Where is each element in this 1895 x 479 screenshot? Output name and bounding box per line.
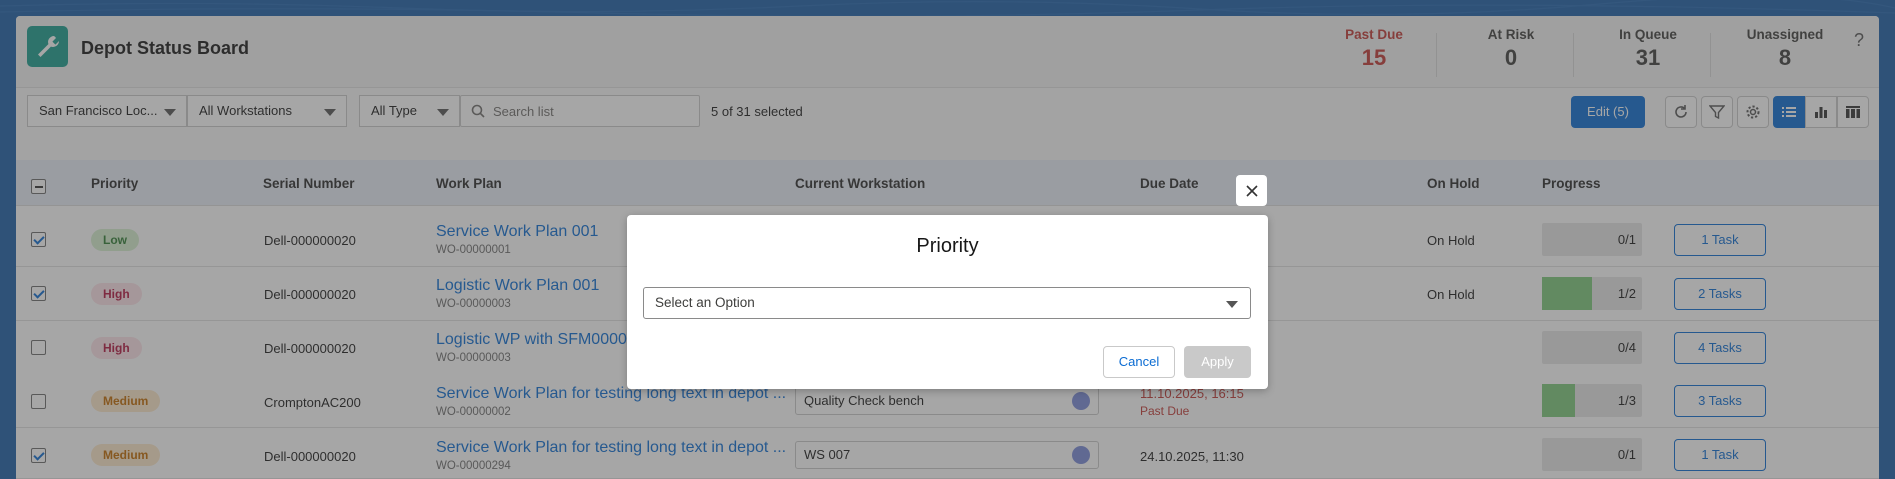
chevron-down-icon — [1226, 301, 1238, 308]
apply-button[interactable]: Apply — [1184, 346, 1251, 378]
cancel-button[interactable]: Cancel — [1103, 346, 1175, 378]
priority-select[interactable]: Select an Option — [643, 287, 1251, 319]
close-button[interactable] — [1236, 175, 1267, 206]
modal-title: Priority — [916, 235, 979, 257]
priority-select-value: Select an Option — [655, 295, 755, 310]
priority-modal: Priority Select an Option Cancel Apply — [627, 215, 1268, 389]
close-icon — [1245, 184, 1258, 197]
